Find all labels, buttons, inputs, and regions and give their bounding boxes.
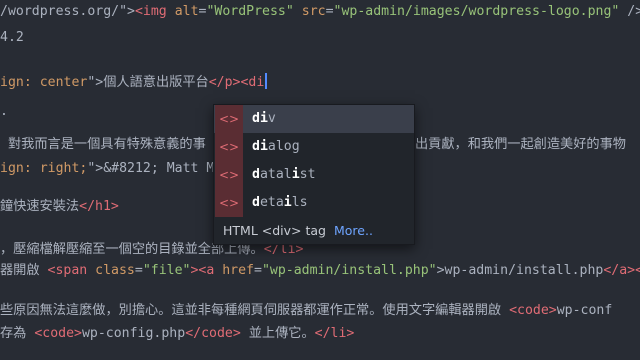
tag-icon: <> bbox=[215, 161, 243, 189]
match-highlight: d bbox=[252, 167, 260, 182]
description-text: HTML <div> tag bbox=[223, 223, 326, 238]
code-token: <img bbox=[134, 4, 175, 19]
suggestion-label: div bbox=[252, 105, 276, 133]
code-token: ">&#8212; Matt Mu bbox=[87, 161, 223, 176]
match-highlight: di bbox=[252, 111, 268, 126]
code-line[interactable]: /wordpress.org/"><img alt = "WordPress" sr… bbox=[0, 0, 640, 25]
suggestion-text: eta bbox=[259, 195, 284, 210]
code-line[interactable]: ign: right;">&#8212; Matt Mu bbox=[0, 156, 222, 182]
code-token: 對我而言是一個具有特殊意義的事 bbox=[0, 137, 206, 152]
code-token: = bbox=[325, 4, 334, 19]
code-token: /wordpress.org/"> bbox=[0, 4, 135, 19]
code-line[interactable]: 鐘快速安裝法</h1> bbox=[0, 194, 119, 220]
match-highlight: i bbox=[291, 167, 300, 182]
autocomplete-popup[interactable]: <> div <> dialog <> datalist <> details HTML <d… bbox=[213, 104, 415, 245]
code-token: </p><di bbox=[208, 75, 265, 90]
tag-icon: <> bbox=[215, 189, 243, 217]
suggestion-text: alog bbox=[267, 139, 300, 154]
code-token: ><a bbox=[190, 263, 223, 278]
code-line[interactable]: . bbox=[0, 99, 8, 125]
suggestion-label: datalist bbox=[252, 161, 316, 189]
code-token: 4.2 bbox=[0, 30, 24, 45]
more-link[interactable]: More.. bbox=[334, 217, 373, 244]
code-token: = bbox=[134, 263, 143, 278]
suggestion-item[interactable]: <> details bbox=[214, 189, 414, 217]
suggestion-text: v bbox=[267, 111, 276, 126]
code-line[interactable]: 存為 <code>wp-config.php</code> 並上傳它。</li> bbox=[0, 321, 354, 347]
code-token: "WordPress" bbox=[206, 4, 302, 19]
code-token: 出貢獻，和我們一起創造美好的事物 bbox=[415, 137, 626, 152]
code-token: class bbox=[95, 263, 135, 278]
code-token: "file" bbox=[142, 263, 191, 278]
code-token: wp-config.php bbox=[81, 326, 186, 341]
match-highlight: i bbox=[283, 195, 292, 210]
code-token: </code> bbox=[185, 326, 241, 341]
suggestion-item[interactable]: <> div bbox=[214, 105, 414, 133]
code-token: >wp-admin/install.php bbox=[436, 263, 604, 278]
code-token: /> bbox=[627, 4, 640, 19]
code-token: 存為 bbox=[0, 326, 35, 341]
code-token: ign: center bbox=[0, 75, 88, 90]
code-token: </li> bbox=[314, 326, 355, 341]
code-token: </a>< bbox=[603, 263, 640, 278]
code-token: <code> bbox=[509, 303, 557, 318]
tag-icon: <> bbox=[215, 133, 243, 161]
code-token: ign: right; bbox=[0, 161, 88, 176]
suggestion-label: dialog bbox=[252, 133, 300, 161]
code-token: wp-conf bbox=[556, 303, 613, 318]
code-token: <span bbox=[47, 263, 96, 278]
code-line[interactable]: 出貢獻，和我們一起創造美好的事物 bbox=[415, 132, 626, 158]
suggestion-item[interactable]: <> datalist bbox=[214, 161, 414, 189]
code-token: 並上傳它。 bbox=[240, 326, 315, 341]
tag-icon: <> bbox=[215, 105, 243, 133]
code-token: alt bbox=[174, 4, 199, 19]
code-line[interactable]: 器開啟 <span class="file"><a href="wp-admin… bbox=[0, 258, 640, 284]
code-line[interactable]: 對我而言是一個具有特殊意義的事 bbox=[0, 132, 206, 158]
suggestion-text: ls bbox=[291, 195, 308, 210]
code-token: = bbox=[253, 263, 262, 278]
code-line[interactable]: 4.2 bbox=[0, 25, 24, 51]
code-token: ">個人語意出版平台 bbox=[87, 75, 209, 90]
suggestion-description: HTML <div> tag More.. bbox=[214, 217, 414, 244]
match-highlight: d bbox=[252, 195, 260, 210]
code-token: "wp-admin/install.php" bbox=[261, 263, 437, 278]
suggestion-label: details bbox=[252, 189, 308, 217]
code-token: src bbox=[301, 4, 326, 19]
match-highlight: di bbox=[252, 139, 268, 154]
suggestion-item[interactable]: <> dialog bbox=[214, 133, 414, 161]
code-token: . bbox=[0, 104, 8, 119]
code-token: 器開啟 bbox=[0, 263, 48, 278]
code-token: "wp-admin/images/wordpress-logo.png" bbox=[333, 4, 620, 19]
code-token: </h1> bbox=[79, 199, 119, 214]
suggestion-text: atal bbox=[259, 167, 292, 182]
text-cursor bbox=[265, 73, 268, 89]
code-token: 些原因無法這麼做，別擔心。這並非每種網頁伺服器都運作正常。使用文字編輯器開啟 bbox=[0, 303, 510, 318]
code-token: href bbox=[222, 263, 254, 278]
suggestion-text: st bbox=[299, 167, 316, 182]
code-line[interactable]: ign: center">個人語意出版平台</p><di bbox=[0, 70, 268, 96]
code-token: <code> bbox=[34, 326, 82, 341]
code-token: 鐘快速安裝法 bbox=[0, 199, 80, 214]
